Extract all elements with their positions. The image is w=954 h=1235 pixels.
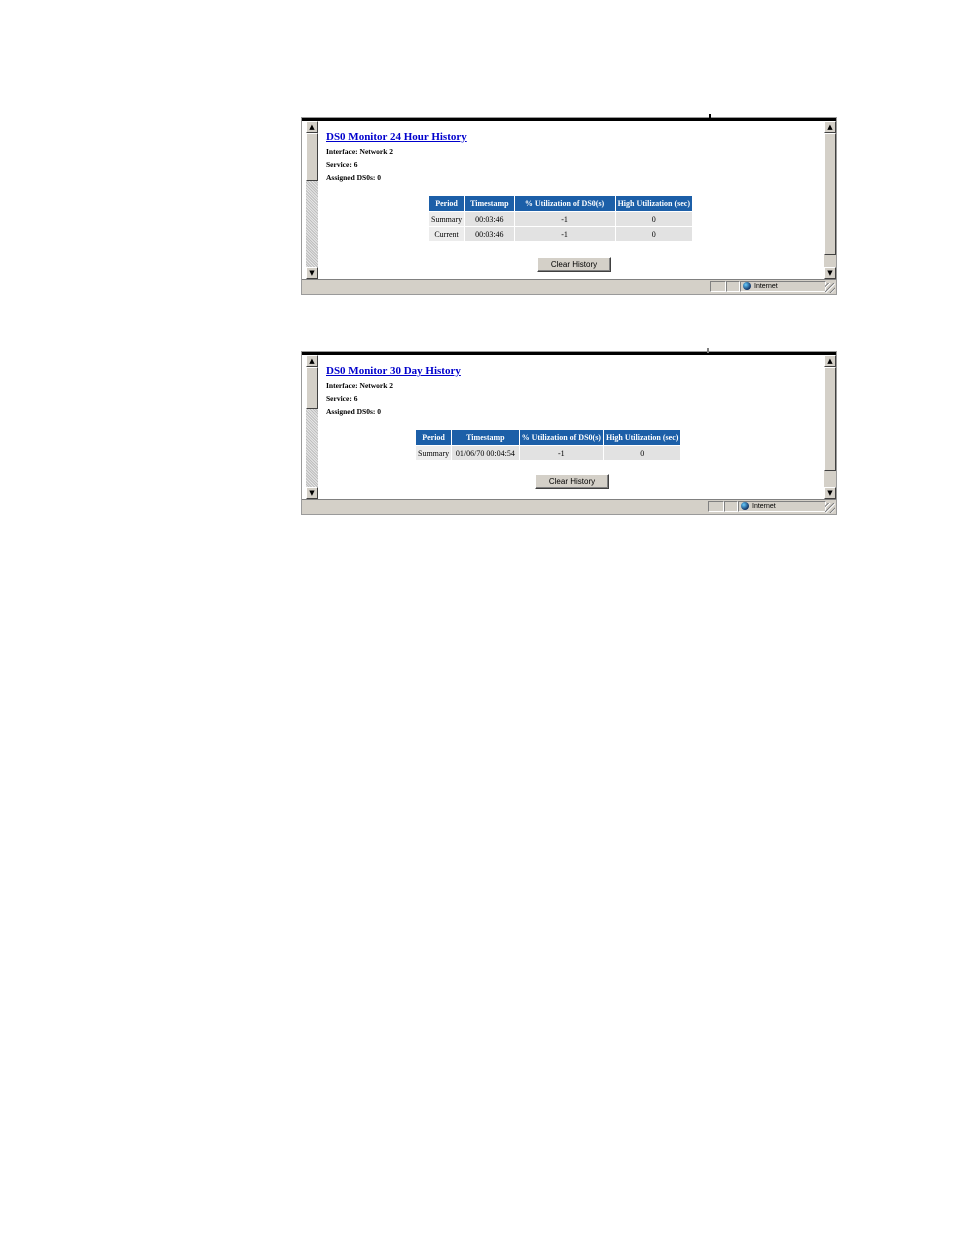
service-info: Service: 6 [326,394,358,403]
scroll-thumb[interactable] [824,367,836,471]
page-title-link[interactable]: DS0 Monitor 24 Hour History [326,131,467,143]
status-panel [724,501,738,512]
globe-icon [743,282,751,291]
table-row: Current 00:03:46 -1 0 [427,226,694,242]
column-header-period: Period [427,195,466,212]
cell-utilization: -1 [518,445,604,461]
interface-info: Interface: Network 2 [326,381,394,390]
globe-icon [741,502,749,511]
left-scrollbar[interactable]: ▲ ▼ [305,355,318,499]
interface-info: Interface: Network 2 [326,147,394,156]
history-table: Period Timestamp % Utilization of DS0(s)… [427,195,694,242]
security-zone: Internet [738,501,826,512]
cell-utilization: -1 [513,211,616,227]
scroll-thumb[interactable] [824,133,836,255]
column-header-high-utilization: High Utilization (sec) [602,429,682,446]
scroll-thumb[interactable] [306,367,318,409]
right-scrollbar[interactable]: ▲ ▼ [823,121,836,279]
clear-history-button[interactable]: Clear History [535,474,609,489]
cell-utilization: -1 [513,226,616,242]
scroll-up-icon[interactable]: ▲ [824,355,836,367]
column-header-timestamp: Timestamp [451,429,520,446]
page-title-link[interactable]: DS0 Monitor 30 Day History [326,365,461,377]
table-header-row: Period Timestamp % Utilization of DS0(s)… [427,195,694,212]
right-scrollbar[interactable]: ▲ ▼ [823,355,836,499]
page-content: DS0 Monitor 30 Day History Interface: Ne… [326,355,818,418]
cell-timestamp: 00:03:46 [464,226,515,242]
column-header-period: Period [414,429,453,446]
scroll-down-icon[interactable]: ▼ [306,487,318,499]
scroll-up-icon[interactable]: ▲ [306,355,318,367]
status-panel [710,281,726,292]
scroll-down-icon[interactable]: ▼ [824,267,836,279]
status-bar: Internet [302,499,836,514]
browser-window-30-day: ▲ ▼ ▲ ▼ DS0 Monitor 30 Day History Inter… [301,348,837,515]
cell-period: Summary [427,211,466,227]
column-header-utilization: % Utilization of DS0(s) [518,429,604,446]
status-panel [708,501,724,512]
assigned-ds0s-info: Assigned DS0s: 0 [326,173,382,182]
column-header-utilization: % Utilization of DS0(s) [513,195,616,212]
status-bar: Internet [302,279,836,294]
clear-history-button[interactable]: Clear History [537,257,611,272]
browser-window-24-hour: ▲ ▼ ▲ ▼ DS0 Monitor 24 Hour History Inte… [301,114,837,295]
left-scrollbar[interactable]: ▲ ▼ [305,121,318,279]
assigned-ds0s-info: Assigned DS0s: 0 [326,407,382,416]
cursor-mark [709,114,711,119]
scroll-thumb[interactable] [306,133,318,181]
cell-period: Current [427,226,466,242]
zone-label: Internet [752,503,776,510]
resize-grip-icon[interactable] [825,283,835,293]
cell-high-utilization: 0 [602,445,682,461]
resize-grip-icon[interactable] [825,503,835,513]
table-row: Summary 00:03:46 -1 0 [427,211,694,227]
cursor-mark [707,348,709,353]
status-panel [726,281,740,292]
scroll-up-icon[interactable]: ▲ [824,121,836,133]
cell-high-utilization: 0 [614,211,694,227]
page-content: DS0 Monitor 24 Hour History Interface: N… [326,121,818,184]
cell-period: Summary [414,445,453,461]
security-zone: Internet [740,281,826,292]
service-info: Service: 6 [326,160,358,169]
scroll-up-icon[interactable]: ▲ [306,121,318,133]
scroll-down-icon[interactable]: ▼ [824,487,836,499]
cell-high-utilization: 0 [614,226,694,242]
history-table: Period Timestamp % Utilization of DS0(s)… [414,429,682,461]
table-row: Summary 01/06/70 00:04:54 -1 0 [414,445,682,461]
table-header-row: Period Timestamp % Utilization of DS0(s)… [414,429,682,446]
scroll-down-icon[interactable]: ▼ [306,267,318,279]
zone-label: Internet [754,283,778,290]
cell-timestamp: 00:03:46 [464,211,515,227]
cell-timestamp: 01/06/70 00:04:54 [451,445,520,461]
column-header-timestamp: Timestamp [464,195,515,212]
column-header-high-utilization: High Utilization (sec) [614,195,694,212]
